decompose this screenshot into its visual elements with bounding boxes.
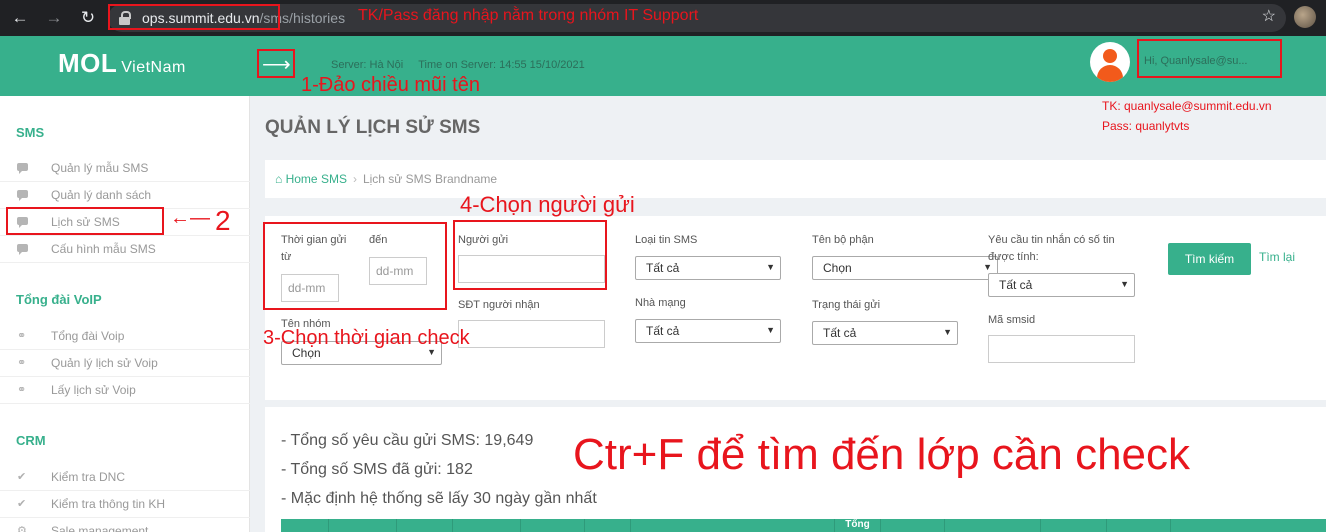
- smsid-label: Mã smsid: [988, 314, 1036, 326]
- department-label: Tên bộ phận: [812, 234, 874, 246]
- annotation-step1: 1-Đảo chiều mũi tên: [301, 74, 480, 96]
- annotation-step4: 4-Chọn người gửi: [460, 192, 635, 217]
- server-time: Time on Server: 14:55 15/10/2021: [418, 59, 585, 71]
- sidebar-item-sms-templates[interactable]: Quản lý mẫu SMS: [0, 155, 250, 182]
- annotation-step3: 3-Chọn thời gian check: [263, 327, 470, 349]
- stat-default-note: - Mặc định hệ thống sẽ lấy 30 ngày gần n…: [281, 490, 597, 507]
- bookmark-star-icon[interactable]: ☆: [1262, 6, 1276, 26]
- annotation-sender-box: [453, 220, 607, 290]
- sidebar-item-voip-fetch[interactable]: ⚭ Lấy lịch sử Voip: [0, 377, 250, 404]
- annotation-credential-pass: Pass: quanlytvts: [1102, 119, 1190, 133]
- annotation-arrow-icon: ←—: [170, 207, 210, 229]
- back-arrow-icon[interactable]: ←: [6, 4, 34, 32]
- smsid-input[interactable]: [988, 335, 1135, 363]
- chargeable-select[interactable]: Tất cả ▼: [988, 273, 1135, 297]
- annotation-url-box: [108, 4, 280, 30]
- sidebar-section-voip: Tổng đài VoIP: [16, 292, 102, 307]
- forward-arrow-icon[interactable]: →: [40, 4, 68, 32]
- annotation-ctrl-f: Ctr+F để tìm đến lớp cần check: [573, 430, 1191, 479]
- annotation-time-box: [263, 222, 447, 310]
- sidebar-section-sms: SMS: [16, 125, 45, 140]
- server-name: Server: Hà Nội: [331, 59, 404, 71]
- annotation-step2: 2: [215, 205, 231, 236]
- stat-total-requests: - Tổng số yêu cầu gửi SMS: 19,649: [281, 432, 534, 449]
- logo[interactable]: MOL VietNam: [58, 48, 186, 79]
- annotation-user-box: [1137, 39, 1282, 78]
- receiver-label: SĐT người nhận: [458, 299, 540, 311]
- chevron-down-icon: ▼: [766, 262, 775, 272]
- annotation-credential-user: TK: quanlysale@summit.edu.vn: [1102, 99, 1272, 113]
- page-title: QUẢN LÝ LỊCH SỬ SMS: [265, 117, 481, 138]
- app-header: MOL VietNam ⟶ Server: Hà Nội Time on Serv…: [0, 36, 1326, 96]
- user-avatar[interactable]: [1090, 42, 1130, 82]
- column-header-total: Tổng: [835, 519, 881, 532]
- sms-type-select[interactable]: Tất cả ▼: [635, 256, 781, 280]
- headset-icon: ⚭: [17, 330, 27, 342]
- breadcrumb-home[interactable]: ⌂ Home SMS: [275, 172, 347, 186]
- breadcrumb-current: Lịch sử SMS Brandname: [362, 172, 498, 186]
- sidebar-item-sms-config[interactable]: Cấu hình mẫu SMS: [0, 236, 250, 263]
- reload-icon[interactable]: ↻: [74, 4, 102, 32]
- comment-icon: [17, 244, 29, 255]
- gear-icon: ⚙: [17, 525, 27, 532]
- breadcrumb-separator: ›: [352, 172, 357, 186]
- annotation-login-note: TK/Pass đăng nhập nằm trong nhóm IT Supp…: [358, 7, 699, 24]
- stat-total-sent: - Tổng số SMS đã gửi: 182: [281, 461, 473, 478]
- department-select[interactable]: Chọn ▼: [812, 256, 998, 280]
- sidebar-item-voip[interactable]: ⚭ Tổng đài Voip: [0, 323, 250, 350]
- sidebar-item-voip-history[interactable]: ⚭ Quản lý lịch sử Voip: [0, 350, 250, 377]
- check-circle-icon: ✔: [17, 471, 27, 483]
- status-select[interactable]: Tất cả ▼: [812, 321, 958, 345]
- comment-icon: [17, 163, 29, 174]
- carrier-label: Nhà mạng: [635, 297, 686, 309]
- chevron-down-icon: ▼: [943, 327, 952, 337]
- search-button[interactable]: Tìm kiếm: [1168, 243, 1251, 275]
- receiver-phone-input[interactable]: [458, 320, 605, 348]
- status-label: Trạng thái gửi: [812, 299, 881, 311]
- headset-icon: ⚭: [17, 357, 27, 369]
- comment-icon: [17, 190, 29, 201]
- profile-avatar[interactable]: [1294, 6, 1316, 28]
- sidebar-section-crm: CRM: [16, 433, 46, 448]
- sidebar-item-lists[interactable]: Quản lý danh sách: [0, 182, 250, 209]
- breadcrumb: ⌂ Home SMS › Lịch sử SMS Brandname: [265, 160, 1326, 198]
- sidebar-item-dnc[interactable]: ✔ Kiểm tra DNC: [0, 464, 250, 491]
- annotation-arrow-box: [257, 49, 295, 78]
- table-header: Tổng: [281, 519, 1326, 532]
- carrier-select[interactable]: Tất cả ▼: [635, 319, 781, 343]
- sms-type-label: Loại tin SMS: [635, 234, 698, 246]
- sidebar-item-sale-management[interactable]: ⚙ Sale management: [0, 518, 250, 532]
- sidebar-item-customer-info[interactable]: ✔ Kiểm tra thông tin KH: [0, 491, 250, 518]
- chevron-down-icon: ▼: [1120, 279, 1129, 289]
- headset-icon: ⚭: [17, 384, 27, 396]
- reset-link[interactable]: Tìm lại: [1259, 250, 1295, 264]
- server-info: Server: Hà Nội Time on Server: 14:55 15/…: [331, 59, 585, 71]
- chevron-down-icon: ▼: [766, 325, 775, 335]
- check-circle-icon: ✔: [17, 498, 27, 510]
- chargeable-label: Yêu cầu tin nhắn có số tin được tính:: [988, 234, 1115, 263]
- annotation-sidebar-box: [6, 207, 164, 235]
